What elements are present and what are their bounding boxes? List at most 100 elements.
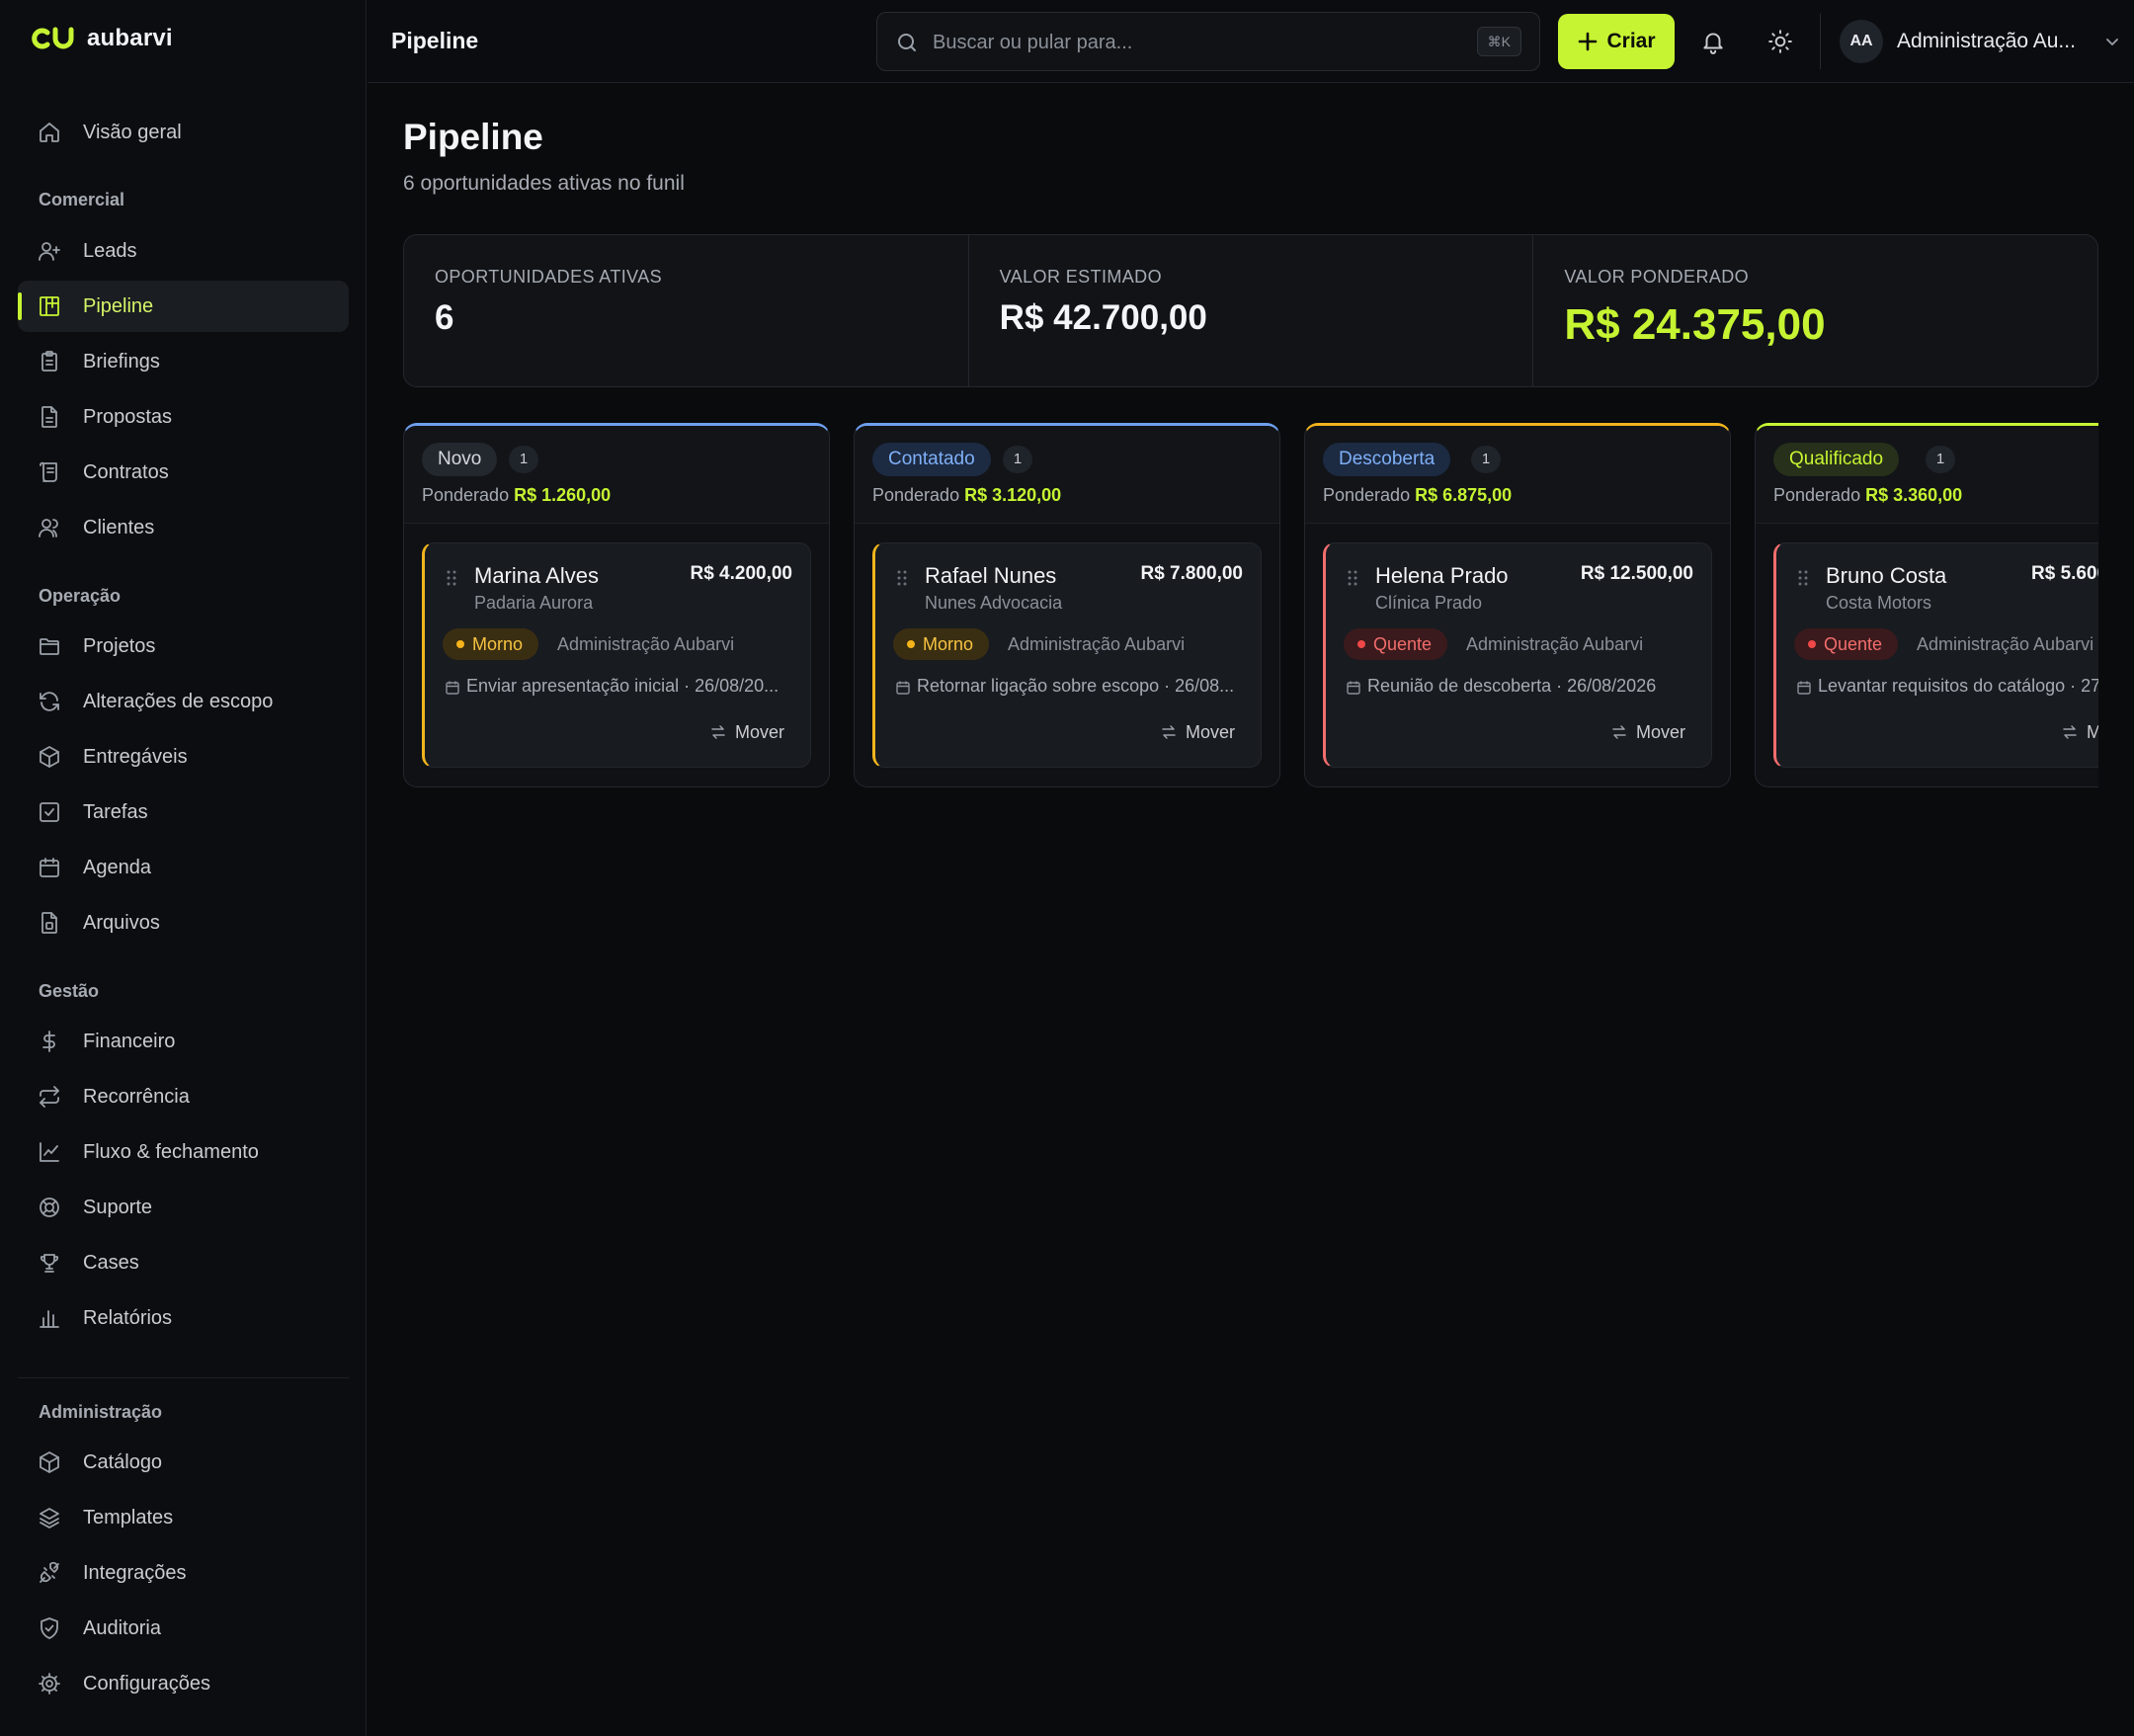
sidebar-item-suporte[interactable]: Suporte xyxy=(18,1182,349,1233)
create-button[interactable]: Criar xyxy=(1558,14,1675,69)
sidebar-item-templates[interactable]: Templates xyxy=(18,1492,349,1543)
column-weighted: Ponderado R$ 3.360,00 xyxy=(1773,485,1962,506)
sidebar-item-briefings[interactable]: Briefings xyxy=(18,336,349,387)
pipeline-board: Novo 1 Ponderado R$ 1.260,00 Marina Alve… xyxy=(403,423,2098,798)
move-button[interactable]: Mover xyxy=(2061,717,2098,747)
calendar-icon xyxy=(38,856,61,879)
sidebar-item-recorrencia[interactable]: Recorrência xyxy=(18,1071,349,1122)
sidebar-item-clientes[interactable]: Clientes xyxy=(18,502,349,553)
column-weighted: Ponderado R$ 3.120,00 xyxy=(872,485,1061,506)
move-button[interactable]: Mover xyxy=(709,717,784,747)
stat-active-opportunities: OPORTUNIDADES ATIVAS 6 xyxy=(404,235,969,386)
sidebar-item-cases[interactable]: Cases xyxy=(18,1237,349,1288)
sidebar-item-visao-geral[interactable]: Visão geral xyxy=(18,107,349,158)
arrows-swap-icon xyxy=(1610,723,1628,741)
sidebar-item-agenda[interactable]: Agenda xyxy=(18,842,349,893)
drag-handle-icon[interactable] xyxy=(446,569,457,587)
sidebar-item-configuracoes[interactable]: Configurações xyxy=(18,1658,349,1709)
deal-owner: Administração Aubarvi xyxy=(1466,634,1644,654)
deal-value: R$ 12.500,00 xyxy=(1580,563,1693,584)
pipeline-column-qualificado: Qualificado 1 Ponderado R$ 3.360,00 Brun… xyxy=(1755,423,2098,787)
home-icon xyxy=(38,121,61,144)
chevron-down-icon xyxy=(2102,32,2122,51)
sidebar-item-leads[interactable]: Leads xyxy=(18,225,349,277)
stage-badge: Novo xyxy=(422,443,498,476)
deal-company: Clínica Prado xyxy=(1375,593,1483,613)
sidebar-item-alteracoes-de-escopo[interactable]: Alterações de escopo xyxy=(18,676,349,727)
sidebar-item-label: Contratos xyxy=(83,461,169,483)
sidebar-item-contratos[interactable]: Contratos xyxy=(18,447,349,498)
search-input[interactable] xyxy=(933,23,1446,62)
sidebar-item-relatorios[interactable]: Relatórios xyxy=(18,1292,349,1344)
user-menu[interactable]: AA Administração Au... xyxy=(1840,19,2122,64)
drag-handle-icon[interactable] xyxy=(1797,569,1809,587)
arrows-swap-icon xyxy=(2061,723,2079,741)
deal-owner: Administração Aubarvi xyxy=(1008,634,1186,654)
sidebar-item-label: Alterações de escopo xyxy=(83,691,274,712)
sidebar-item-catalogo[interactable]: Catálogo xyxy=(18,1437,349,1488)
weighted-label: Ponderado xyxy=(1773,485,1861,505)
search-box[interactable]: ⌘K xyxy=(876,12,1540,71)
deal-value: R$ 5.600,00 xyxy=(2031,563,2098,584)
file-icon xyxy=(38,405,61,429)
create-button-label: Criar xyxy=(1606,30,1656,52)
weighted-label: Ponderado xyxy=(872,485,960,505)
sidebar-item-financeiro[interactable]: Financeiro xyxy=(18,1016,349,1067)
sidebar-item-arquivos[interactable]: Arquivos xyxy=(18,897,349,949)
sidebar-divider xyxy=(18,1377,349,1378)
calendar-icon xyxy=(895,680,911,696)
trophy-icon xyxy=(38,1251,61,1275)
sidebar-item-label: Agenda xyxy=(83,857,151,878)
arrows-swap-icon xyxy=(709,723,727,741)
deal-card[interactable]: Helena Prado R$ 12.500,00 Clínica Prado … xyxy=(1323,542,1712,768)
drag-handle-icon[interactable] xyxy=(1347,569,1358,587)
drag-handle-icon[interactable] xyxy=(896,569,908,587)
calendar-icon xyxy=(1346,680,1361,696)
sidebar-item-fluxo-fechamento[interactable]: Fluxo & fechamento xyxy=(18,1126,349,1178)
sidebar-item-projetos[interactable]: Projetos xyxy=(18,620,349,672)
sidebar-item-pipeline[interactable]: Pipeline xyxy=(18,281,349,332)
stat-value: R$ 42.700,00 xyxy=(999,298,1207,337)
next-task-text: Reunião de descoberta · 26/08/2026 xyxy=(1367,676,1657,696)
package-icon xyxy=(38,745,61,769)
sidebar-item-entregaveis[interactable]: Entregáveis xyxy=(18,731,349,783)
move-button[interactable]: Mover xyxy=(1610,717,1685,747)
section-title-administracao: Administração xyxy=(39,1402,163,1422)
life-buoy-icon xyxy=(38,1196,61,1219)
deal-card[interactable]: Bruno Costa R$ 5.600,00 Costa Motors Que… xyxy=(1773,542,2098,768)
theme-toggle-button[interactable] xyxy=(1760,21,1801,62)
weighted-label: Ponderado xyxy=(422,485,510,505)
deal-value: R$ 7.800,00 xyxy=(1140,563,1243,584)
sidebar-item-tarefas[interactable]: Tarefas xyxy=(18,786,349,838)
sidebar-item-auditoria[interactable]: Auditoria xyxy=(18,1603,349,1654)
deal-card[interactable]: Marina Alves R$ 4.200,00 Padaria Aurora … xyxy=(422,542,811,768)
avatar: AA xyxy=(1840,20,1883,63)
deal-company: Padaria Aurora xyxy=(474,593,594,613)
sidebar-item-label: Fluxo & fechamento xyxy=(83,1141,259,1163)
count-badge: 1 xyxy=(1003,446,1032,473)
sidebar-item-label: Propostas xyxy=(83,406,173,428)
sidebar-item-label: Auditoria xyxy=(83,1617,161,1639)
sidebar-item-label: Tarefas xyxy=(83,801,148,823)
section-title-comercial: Comercial xyxy=(39,190,125,209)
count-badge: 1 xyxy=(1471,446,1501,473)
notifications-button[interactable] xyxy=(1692,21,1734,62)
sidebar-item-propostas[interactable]: Propostas xyxy=(18,391,349,443)
aubarvi-logo-icon xyxy=(30,25,75,52)
brand[interactable]: aubarvi xyxy=(30,22,173,55)
user-name: Administração Au... xyxy=(1897,30,2076,52)
column-header: Novo 1 Ponderado R$ 1.260,00 xyxy=(404,426,829,524)
deal-card[interactable]: Rafael Nunes R$ 7.800,00 Nunes Advocacia… xyxy=(872,542,1262,768)
deal-owner: Administração Aubarvi xyxy=(1917,634,2094,654)
checkbox-icon xyxy=(38,800,61,824)
stat-label: OPORTUNIDADES ATIVAS xyxy=(435,267,663,287)
move-button[interactable]: Mover xyxy=(1160,717,1235,747)
layers-icon xyxy=(38,1506,61,1529)
sidebar-item-integracoes[interactable]: Integrações xyxy=(18,1547,349,1599)
file-archive-icon xyxy=(38,911,61,935)
kanban-icon xyxy=(38,294,61,318)
weighted-value: R$ 3.120,00 xyxy=(964,485,1062,505)
column-header: Contatado 1 Ponderado R$ 3.120,00 xyxy=(855,426,1279,524)
user-plus-icon xyxy=(38,239,61,263)
topbar: Pipeline ⌘K Criar AA Administração Au... xyxy=(368,0,2134,83)
